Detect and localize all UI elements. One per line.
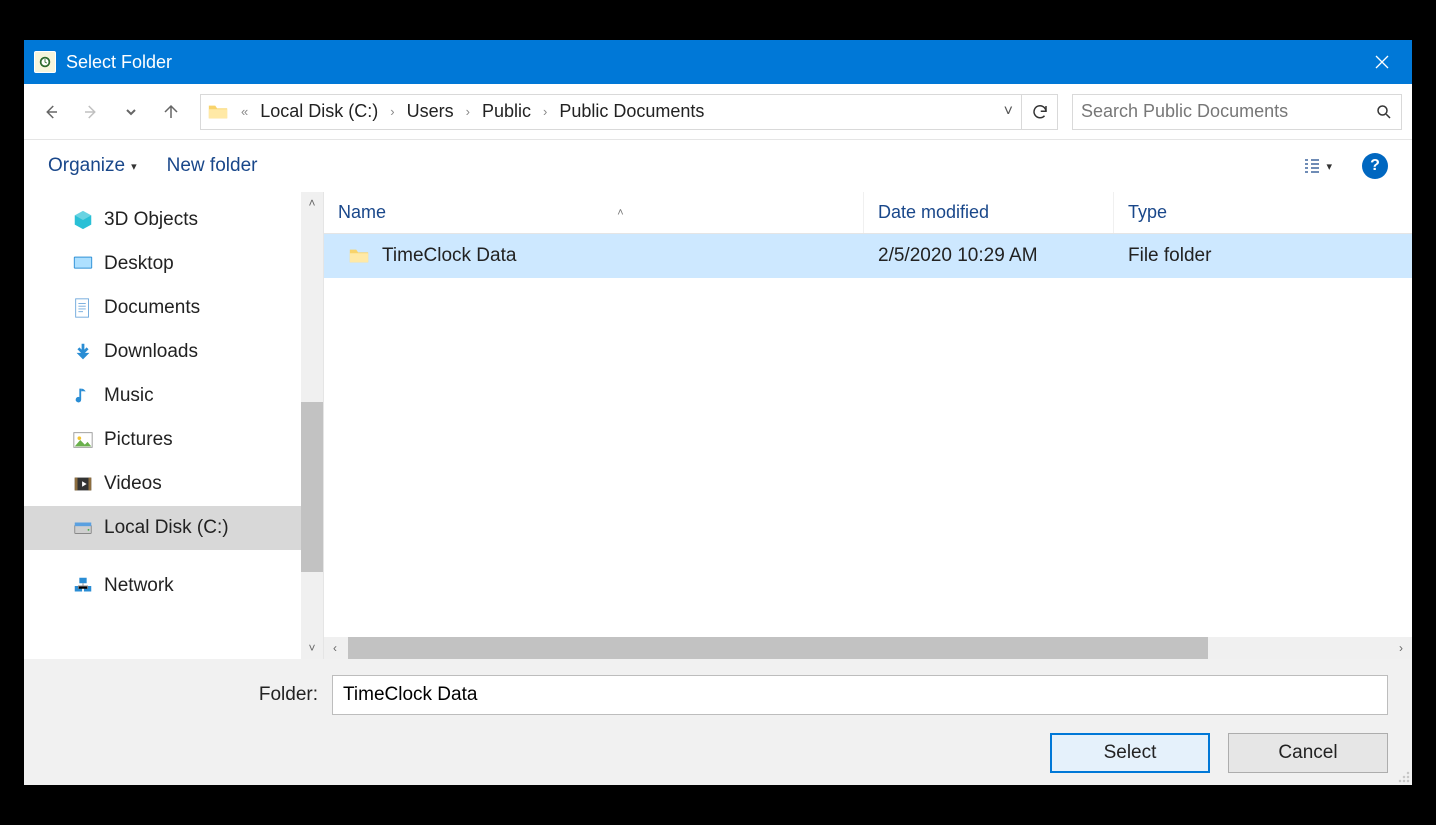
- breadcrumb-dropdown[interactable]: ˅: [996, 103, 1021, 121]
- folder-icon: [207, 101, 229, 123]
- refresh-icon: [1031, 103, 1049, 121]
- organize-menu[interactable]: Organize ▾: [48, 155, 137, 177]
- resize-grip[interactable]: [1396, 769, 1410, 783]
- select-button[interactable]: Select: [1050, 733, 1210, 773]
- refresh-button[interactable]: [1021, 95, 1057, 129]
- title-bar: Select Folder: [24, 40, 1412, 84]
- folder-icon: [348, 245, 370, 267]
- folder-label: Folder:: [48, 684, 318, 706]
- tree-item-label: Network: [104, 575, 174, 597]
- close-button[interactable]: [1352, 40, 1412, 84]
- disk-icon: [72, 517, 94, 539]
- chevron-right-icon: ›: [382, 104, 402, 119]
- scroll-left-icon[interactable]: ‹: [324, 641, 346, 655]
- download-icon: [72, 341, 94, 363]
- chevron-down-icon: [125, 106, 137, 118]
- tree-item-label: Local Disk (C:): [104, 517, 229, 539]
- chevron-down-icon: ▾: [131, 160, 137, 173]
- tree-item-label: Downloads: [104, 341, 198, 363]
- arrow-up-icon: [162, 103, 180, 121]
- main-area: 3D Objects Desktop Documents Downloads Music…: [24, 192, 1412, 659]
- tree-item-documents[interactable]: Documents: [24, 286, 301, 330]
- dialog-footer: Folder: Select Cancel: [24, 659, 1412, 785]
- breadcrumb-item[interactable]: Local Disk (C:): [256, 99, 382, 124]
- close-icon: [1375, 55, 1389, 69]
- new-folder-label: New folder: [167, 155, 258, 177]
- cube-icon: [72, 209, 94, 231]
- sort-asc-icon: ˄: [617, 207, 623, 219]
- breadcrumb-item[interactable]: Public Documents: [555, 99, 708, 124]
- tree-item-pictures[interactable]: Pictures: [24, 418, 301, 462]
- scroll-down-icon[interactable]: ˅: [308, 641, 315, 655]
- toolbar: Organize ▾ New folder ▾ ?: [24, 140, 1412, 192]
- breadcrumb-prefix: «: [233, 104, 256, 119]
- chevron-right-icon: ›: [458, 104, 478, 119]
- arrow-right-icon: [82, 103, 100, 121]
- chevron-down-icon: ▾: [1326, 160, 1332, 173]
- tree-item-3d-objects[interactable]: 3D Objects: [24, 198, 301, 242]
- tree-item-local-disk-c-[interactable]: Local Disk (C:): [24, 506, 301, 550]
- select-folder-dialog: Select Folder « Local Disk (C:) › Users …: [24, 40, 1412, 785]
- cancel-button[interactable]: Cancel: [1228, 733, 1388, 773]
- view-options-button[interactable]: ▾: [1302, 156, 1332, 176]
- music-icon: [72, 385, 94, 407]
- folder-name-row: Folder:: [48, 675, 1388, 715]
- picture-icon: [72, 429, 94, 451]
- file-row[interactable]: TimeClock Data 2/5/2020 10:29 AM File fo…: [324, 234, 1412, 278]
- tree-item-label: Videos: [104, 473, 162, 495]
- search-icon: [1375, 103, 1393, 121]
- scroll-right-icon[interactable]: ›: [1390, 641, 1412, 655]
- dialog-title: Select Folder: [66, 52, 172, 73]
- recent-locations-button[interactable]: [114, 95, 148, 129]
- column-type-label: Type: [1128, 202, 1167, 223]
- app-icon: [34, 51, 56, 73]
- tree-item-network[interactable]: Network: [24, 564, 301, 608]
- breadcrumb-bar[interactable]: « Local Disk (C:) › Users › Public › Pub…: [200, 94, 1058, 130]
- search-box[interactable]: [1072, 94, 1402, 130]
- navigation-tree: 3D Objects Desktop Documents Downloads Music…: [24, 192, 324, 659]
- search-input[interactable]: [1081, 101, 1375, 122]
- breadcrumb-item[interactable]: Public: [478, 99, 535, 124]
- forward-button[interactable]: [74, 95, 108, 129]
- view-icon: [1302, 156, 1322, 176]
- tree-item-label: Pictures: [104, 429, 173, 451]
- file-list: Name ˄ Date modified Type TimeClock Data…: [324, 192, 1412, 659]
- doc-icon: [72, 297, 94, 319]
- tree-item-label: 3D Objects: [104, 209, 198, 231]
- column-name[interactable]: Name ˄: [324, 192, 864, 233]
- breadcrumb-item[interactable]: Users: [403, 99, 458, 124]
- file-type: File folder: [1128, 245, 1211, 267]
- file-name: TimeClock Data: [382, 245, 516, 267]
- scroll-up-icon[interactable]: ˄: [308, 196, 315, 210]
- folder-name-input[interactable]: [332, 675, 1388, 715]
- network-icon: [72, 575, 94, 597]
- column-headers: Name ˄ Date modified Type: [324, 192, 1412, 234]
- new-folder-button[interactable]: New folder: [167, 155, 258, 177]
- file-date: 2/5/2020 10:29 AM: [878, 245, 1038, 267]
- tree-scrollbar[interactable]: ˄ ˅: [301, 192, 323, 659]
- column-type[interactable]: Type: [1114, 192, 1412, 233]
- scroll-thumb[interactable]: [301, 402, 323, 572]
- column-date-label: Date modified: [878, 202, 989, 223]
- chevron-right-icon: ›: [535, 104, 555, 119]
- organize-label: Organize: [48, 155, 125, 177]
- tree-item-label: Music: [104, 385, 154, 407]
- column-name-label: Name: [338, 202, 386, 223]
- up-button[interactable]: [154, 95, 188, 129]
- tree-item-label: Documents: [104, 297, 200, 319]
- help-button[interactable]: ?: [1362, 153, 1388, 179]
- tree-item-videos[interactable]: Videos: [24, 462, 301, 506]
- tree-item-label: Desktop: [104, 253, 174, 275]
- back-button[interactable]: [34, 95, 68, 129]
- navigation-bar: « Local Disk (C:) › Users › Public › Pub…: [24, 84, 1412, 140]
- desktop-icon: [72, 253, 94, 275]
- video-icon: [72, 473, 94, 495]
- arrow-left-icon: [42, 103, 60, 121]
- list-horizontal-scrollbar[interactable]: ‹ ›: [324, 637, 1412, 659]
- scroll-thumb[interactable]: [348, 637, 1208, 659]
- tree-item-desktop[interactable]: Desktop: [24, 242, 301, 286]
- tree-item-music[interactable]: Music: [24, 374, 301, 418]
- tree-item-downloads[interactable]: Downloads: [24, 330, 301, 374]
- column-date[interactable]: Date modified: [864, 192, 1114, 233]
